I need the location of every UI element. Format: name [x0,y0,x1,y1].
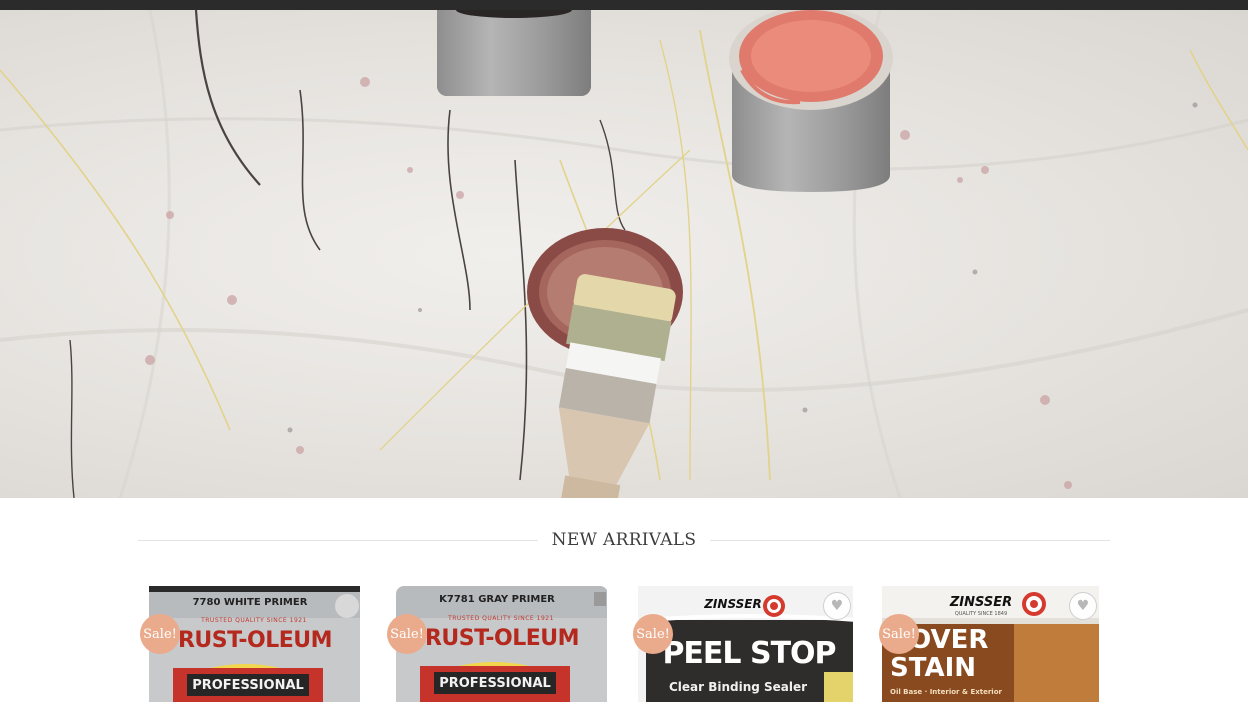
sale-badge: Sale! [140,614,180,654]
new-arrivals-header: NEW ARRIVALS [138,522,1111,558]
product-code-label: 7780 WHITE PRIMER [192,597,308,608]
top-bar [0,0,1248,10]
product-headline: PEEL STOP [662,636,836,671]
product-brand: RUST-OLEUM [177,628,333,653]
heart-icon[interactable]: ♥ [823,592,851,620]
product-tagline: TRUSTED QUALITY SINCE 1921 [448,615,554,622]
sale-badge: Sale! [387,614,427,654]
product-card[interactable]: 7780 WHITE PRIMER TRUSTED QUALITY SINCE … [135,584,360,702]
product-subline: Oil Base · Interior & Exterior [890,688,1002,696]
product-headline-line2: STAIN [890,653,976,683]
product-card[interactable]: ZINSSER QUALITY SINCE 1849 COVER STAIN O… [874,584,1099,702]
section-rule-right [710,539,1111,541]
product-grid: 7780 WHITE PRIMER TRUSTED QUALITY SINCE … [130,584,1120,702]
product-line-label: PROFESSIONAL [439,676,551,691]
product-tagline: QUALITY SINCE 1849 [954,611,1008,617]
section-title: NEW ARRIVALS [551,530,697,550]
section-rule-left [138,539,538,541]
product-code-label: K7781 GRAY PRIMER [439,594,555,605]
sale-badge: Sale! [633,614,673,654]
product-brand: RUST-OLEUM [424,626,580,651]
product-subline: Clear Binding Sealer [668,680,808,694]
product-line-label: PROFESSIONAL [192,678,304,693]
product-brand: ZINSSER [949,595,1013,610]
paint-can-gray-icon [437,10,591,96]
heart-icon[interactable]: ♥ [1069,592,1097,620]
product-card[interactable]: ZINSSER PEEL STOP Clear Binding Sealer S… [628,584,853,702]
hero-illustration [0,10,1248,498]
product-tagline: TRUSTED QUALITY SINCE 1921 [201,617,307,624]
sale-badge: Sale! [879,614,919,654]
paint-can-coral-icon [729,10,893,192]
hero-banner-image [0,10,1248,498]
product-brand: ZINSSER [704,597,762,611]
product-card[interactable]: K7781 GRAY PRIMER TRUSTED QUALITY SINCE … [382,584,607,702]
